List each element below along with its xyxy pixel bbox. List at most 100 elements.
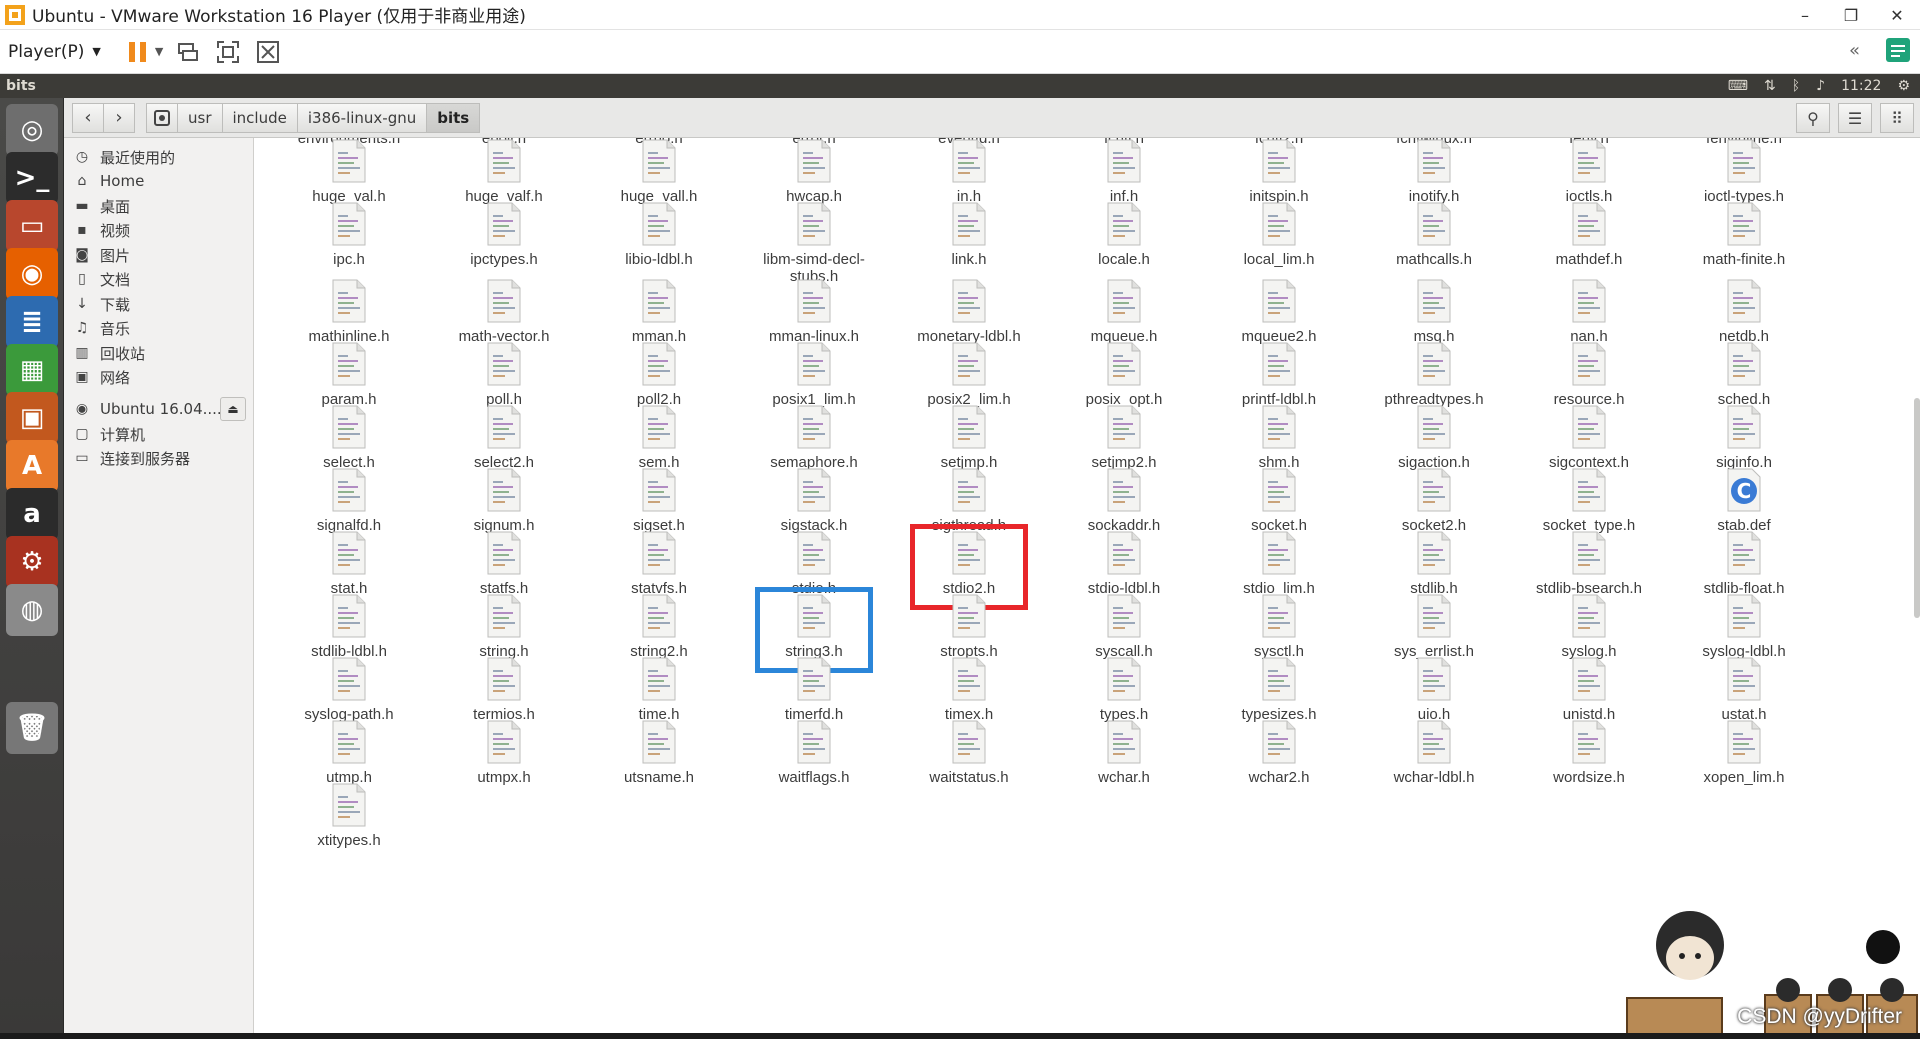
file-item[interactable]: signum.h xyxy=(429,467,579,534)
file-item[interactable]: mqueue2.h xyxy=(1204,278,1354,345)
back-button[interactable]: ‹ xyxy=(72,102,104,133)
file-item[interactable]: semaphore.h xyxy=(739,404,889,471)
sidebar-item-recent[interactable]: ◷ 最近使用的 xyxy=(74,144,250,170)
file-item[interactable]: ipc.h xyxy=(274,201,424,268)
file-item[interactable]: time.h xyxy=(584,656,734,723)
file-item[interactable]: uio.h xyxy=(1359,656,1509,723)
file-item[interactable]: ioctl-types.h xyxy=(1669,138,1819,205)
sidebar-item-downloads[interactable]: ↓ 下载 xyxy=(74,291,250,317)
file-item[interactable]: mathinline.h xyxy=(274,278,424,345)
file-item[interactable]: utsname.h xyxy=(584,719,734,786)
fullscreen-button[interactable] xyxy=(213,37,243,67)
file-item[interactable]: mathcalls.h xyxy=(1359,201,1509,268)
file-item[interactable]: libio-ldbl.h xyxy=(584,201,734,268)
file-item[interactable]: mathdef.h xyxy=(1514,201,1664,268)
pause-dropdown-icon[interactable]: ▼ xyxy=(155,45,163,58)
file-item[interactable]: stdlib-ldbl.h xyxy=(274,593,424,660)
file-item[interactable]: sem.h xyxy=(584,404,734,471)
file-item[interactable]: posix1_lim.h xyxy=(739,341,889,408)
settings-gear-icon[interactable]: ⚙ xyxy=(1897,78,1910,94)
eject-icon[interactable]: ⏏ xyxy=(220,397,246,421)
volume-icon[interactable]: ♪ xyxy=(1816,78,1825,94)
sidebar-item-computer[interactable]: ▢ 计算机 xyxy=(74,421,250,447)
file-item[interactable]: stdio-ldbl.h xyxy=(1049,530,1199,597)
file-item[interactable]: stropts.h xyxy=(894,593,1044,660)
file-item[interactable]: link.h xyxy=(894,201,1044,268)
file-item[interactable]: sockaddr.h xyxy=(1049,467,1199,534)
file-item[interactable]: termios.h xyxy=(429,656,579,723)
file-item[interactable]: string.h xyxy=(429,593,579,660)
writer-icon[interactable]: ≣ xyxy=(6,296,58,348)
file-item[interactable]: posix2_lim.h xyxy=(894,341,1044,408)
file-item[interactable]: hwcap.h xyxy=(739,138,889,205)
file-item[interactable]: stdio_lim.h xyxy=(1204,530,1354,597)
breadcrumb-usr[interactable]: usr xyxy=(177,102,223,133)
maximize-button[interactable]: ❐ xyxy=(1828,0,1874,30)
file-item[interactable]: param.h xyxy=(274,341,424,408)
file-item[interactable]: signalfd.h xyxy=(274,467,424,534)
firefox-icon[interactable]: ◉ xyxy=(6,248,58,300)
file-item[interactable]: timerfd.h xyxy=(739,656,889,723)
pause-button[interactable] xyxy=(123,37,153,67)
file-item[interactable]: msq.h xyxy=(1359,278,1509,345)
file-item[interactable]: utmpx.h xyxy=(429,719,579,786)
file-item[interactable]: huge_vall.h xyxy=(584,138,734,205)
unity-button[interactable] xyxy=(253,37,283,67)
file-item[interactable]: socket.h xyxy=(1204,467,1354,534)
file-item[interactable]: sigstack.h xyxy=(739,467,889,534)
file-item[interactable]: local_lim.h xyxy=(1204,201,1354,268)
file-item[interactable]: mqueue.h xyxy=(1049,278,1199,345)
file-item[interactable]: libm-simd-decl-stubs.h xyxy=(739,201,889,285)
file-item[interactable]: syslog-path.h xyxy=(274,656,424,723)
file-item[interactable]: inotify.h xyxy=(1359,138,1509,205)
bluetooth-icon[interactable]: ᛒ xyxy=(1792,78,1800,94)
file-item[interactable]: Cstab.def xyxy=(1669,467,1819,534)
file-item[interactable]: huge_valf.h xyxy=(429,138,579,205)
file-item[interactable]: ustat.h xyxy=(1669,656,1819,723)
file-item[interactable]: printf-ldbl.h xyxy=(1204,341,1354,408)
file-item[interactable]: monetary-ldbl.h xyxy=(894,278,1044,345)
file-item[interactable]: poll.h xyxy=(429,341,579,408)
file-item[interactable]: wchar.h xyxy=(1049,719,1199,786)
file-item[interactable]: sigcontext.h xyxy=(1514,404,1664,471)
keyboard-icon[interactable]: ⌨ xyxy=(1728,78,1748,94)
file-item[interactable]: timex.h xyxy=(894,656,1044,723)
clock[interactable]: 11:22 xyxy=(1841,78,1881,94)
file-item[interactable]: initspin.h xyxy=(1204,138,1354,205)
dvd-icon[interactable]: ◍ xyxy=(6,584,58,636)
scrollbar-thumb[interactable] xyxy=(1914,398,1920,618)
sidebar-item-music[interactable]: ♫ 音乐 xyxy=(74,315,250,341)
file-item[interactable]: select.h xyxy=(274,404,424,471)
file-item[interactable]: pthreadtypes.h xyxy=(1359,341,1509,408)
file-item[interactable]: mman-linux.h xyxy=(739,278,889,345)
list-view-button[interactable]: ☰ xyxy=(1838,103,1872,133)
file-item[interactable]: sysctl.h xyxy=(1204,593,1354,660)
sidebar-item-server[interactable]: ▭ 连接到服务器 xyxy=(74,445,250,471)
file-item[interactable]: syscall.h xyxy=(1049,593,1199,660)
system-settings-icon[interactable]: ⚙ xyxy=(6,536,58,588)
sidebar-item-desktop[interactable]: ▬ 桌面 xyxy=(74,193,250,219)
close-button[interactable]: ✕ xyxy=(1874,0,1920,30)
file-item[interactable]: sched.h xyxy=(1669,341,1819,408)
file-item[interactable]: inf.h xyxy=(1049,138,1199,205)
file-item[interactable]: waitstatus.h xyxy=(894,719,1044,786)
file-item[interactable]: ioctls.h xyxy=(1514,138,1664,205)
file-item[interactable]: stat.h xyxy=(274,530,424,597)
sidebar-item-documents[interactable]: ▯ 文档 xyxy=(74,266,250,292)
file-item[interactable]: sigaction.h xyxy=(1359,404,1509,471)
file-item[interactable]: math-vector.h xyxy=(429,278,579,345)
file-item[interactable]: stdlib-float.h xyxy=(1669,530,1819,597)
file-item[interactable]: stdlib-bsearch.h xyxy=(1514,530,1664,597)
file-item[interactable]: setjmp.h xyxy=(894,404,1044,471)
grid-view-button[interactable]: ⠿ xyxy=(1880,103,1914,133)
file-item[interactable]: socket_type.h xyxy=(1514,467,1664,534)
file-item[interactable]: siginfo.h xyxy=(1669,404,1819,471)
file-item[interactable]: nan.h xyxy=(1514,278,1664,345)
file-item[interactable]: syslog.h xyxy=(1514,593,1664,660)
files-icon[interactable]: ▭ xyxy=(6,200,58,252)
sidebar-item-trash[interactable]: ▥ 回收站 xyxy=(74,340,250,366)
amazon-icon[interactable]: a xyxy=(6,488,58,540)
sidebar-item-home[interactable]: ⌂ Home xyxy=(74,168,250,194)
file-item[interactable]: syslog-ldbl.h xyxy=(1669,593,1819,660)
sidebar-item-network[interactable]: ▣ 网络 xyxy=(74,364,250,390)
